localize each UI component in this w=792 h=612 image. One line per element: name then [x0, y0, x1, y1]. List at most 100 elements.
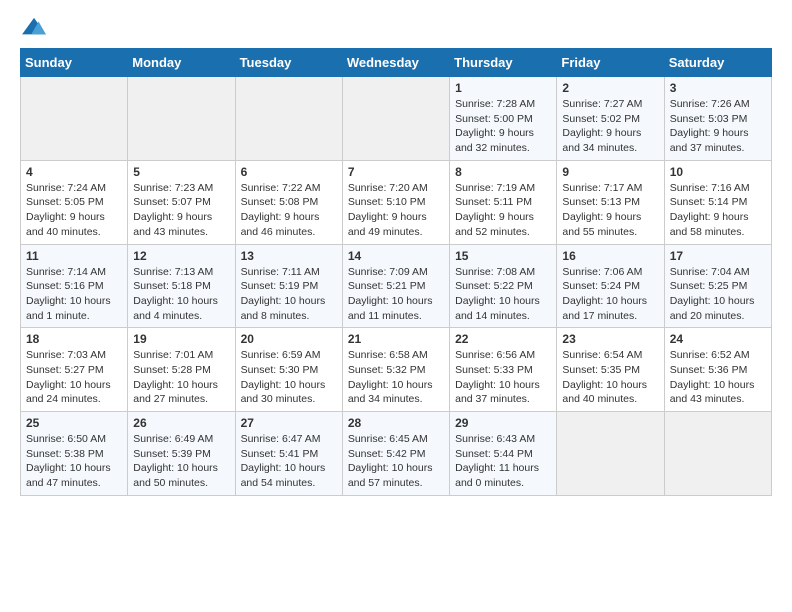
- day-number: 16: [562, 249, 658, 263]
- calendar-cell: 26 Sunrise: 6:49 AM Sunset: 5:39 PM Dayli…: [128, 412, 235, 496]
- calendar-cell: 3Sunrise: 7:26 AM Sunset: 5:03 PM Daylig…: [664, 77, 771, 161]
- day-info: Sunrise: 7:09 AM Sunset: 5:21 PM Dayligh…: [348, 265, 444, 324]
- day-number: 14: [348, 249, 444, 263]
- calendar-cell: 27Sunrise: 6:47 AM Sunset: 5:41 PM Dayli…: [235, 412, 342, 496]
- day-number: 15: [455, 249, 551, 263]
- calendar-cell: 13 Sunrise: 7:11 AM Sunset: 5:19 PM Dayli…: [235, 244, 342, 328]
- logo-icon: [20, 16, 48, 38]
- calendar-cell: 23Sunrise: 6:54 AM Sunset: 5:35 PM Dayli…: [557, 328, 664, 412]
- day-info: Sunrise: 7:19 AM Sunset: 5:11 PM Dayligh…: [455, 181, 551, 240]
- day-number: 17: [670, 249, 766, 263]
- calendar-cell: 10 Sunrise: 7:16 AM Sunset: 5:14 PM Dayli…: [664, 160, 771, 244]
- weekday-header: Friday: [557, 49, 664, 77]
- calendar-cell: 9 Sunrise: 7:17 AM Sunset: 5:13 PM Daylig…: [557, 160, 664, 244]
- calendar-cell: 18 Sunrise: 7:03 AM Sunset: 5:27 PM Dayli…: [21, 328, 128, 412]
- weekday-header: Monday: [128, 49, 235, 77]
- day-number: 26: [133, 416, 229, 430]
- day-info: Sunrise: 7:17 AM Sunset: 5:13 PM Dayligh…: [562, 181, 658, 240]
- day-info: Sunrise: 6:49 AM Sunset: 5:39 PM Dayligh…: [133, 432, 229, 491]
- calendar-week-row: 18 Sunrise: 7:03 AM Sunset: 5:27 PM Dayli…: [21, 328, 772, 412]
- calendar-table: SundayMondayTuesdayWednesdayThursdayFrid…: [20, 48, 772, 496]
- calendar-cell: 2 Sunrise: 7:27 AM Sunset: 5:02 PM Daylig…: [557, 77, 664, 161]
- calendar-cell: 1 Sunrise: 7:28 AM Sunset: 5:00 PM Daylig…: [450, 77, 557, 161]
- calendar-week-row: 25 Sunrise: 6:50 AM Sunset: 5:38 PM Dayli…: [21, 412, 772, 496]
- day-number: 8: [455, 165, 551, 179]
- weekday-header: Thursday: [450, 49, 557, 77]
- weekday-header-row: SundayMondayTuesdayWednesdayThursdayFrid…: [21, 49, 772, 77]
- day-info: Sunrise: 7:24 AM Sunset: 5:05 PM Dayligh…: [26, 181, 122, 240]
- day-number: 28: [348, 416, 444, 430]
- calendar-cell: [557, 412, 664, 496]
- day-number: 20: [241, 332, 337, 346]
- day-number: 22: [455, 332, 551, 346]
- day-number: 18: [26, 332, 122, 346]
- day-info: Sunrise: 6:54 AM Sunset: 5:35 PM Dayligh…: [562, 348, 658, 407]
- day-info: Sunrise: 7:14 AM Sunset: 5:16 PM Dayligh…: [26, 265, 122, 324]
- day-info: Sunrise: 6:58 AM Sunset: 5:32 PM Dayligh…: [348, 348, 444, 407]
- day-number: 25: [26, 416, 122, 430]
- calendar-cell: 28 Sunrise: 6:45 AM Sunset: 5:42 PM Dayli…: [342, 412, 449, 496]
- calendar-cell: 29 Sunrise: 6:43 AM Sunset: 5:44 PM Dayli…: [450, 412, 557, 496]
- day-number: 2: [562, 81, 658, 95]
- day-number: 10: [670, 165, 766, 179]
- calendar-cell: [664, 412, 771, 496]
- day-info: Sunrise: 6:59 AM Sunset: 5:30 PM Dayligh…: [241, 348, 337, 407]
- day-info: Sunrise: 6:52 AM Sunset: 5:36 PM Dayligh…: [670, 348, 766, 407]
- day-info: Sunrise: 7:23 AM Sunset: 5:07 PM Dayligh…: [133, 181, 229, 240]
- day-info: Sunrise: 7:13 AM Sunset: 5:18 PM Dayligh…: [133, 265, 229, 324]
- calendar-week-row: 4 Sunrise: 7:24 AM Sunset: 5:05 PM Daylig…: [21, 160, 772, 244]
- calendar-cell: 4 Sunrise: 7:24 AM Sunset: 5:05 PM Daylig…: [21, 160, 128, 244]
- day-info: Sunrise: 6:56 AM Sunset: 5:33 PM Dayligh…: [455, 348, 551, 407]
- calendar-cell: 20 Sunrise: 6:59 AM Sunset: 5:30 PM Dayli…: [235, 328, 342, 412]
- calendar-cell: 16Sunrise: 7:06 AM Sunset: 5:24 PM Dayli…: [557, 244, 664, 328]
- calendar-cell: 6 Sunrise: 7:22 AM Sunset: 5:08 PM Daylig…: [235, 160, 342, 244]
- calendar-cell: 17 Sunrise: 7:04 AM Sunset: 5:25 PM Dayli…: [664, 244, 771, 328]
- calendar-cell: [235, 77, 342, 161]
- day-info: Sunrise: 7:08 AM Sunset: 5:22 PM Dayligh…: [455, 265, 551, 324]
- calendar-week-row: 1 Sunrise: 7:28 AM Sunset: 5:00 PM Daylig…: [21, 77, 772, 161]
- day-info: Sunrise: 6:43 AM Sunset: 5:44 PM Dayligh…: [455, 432, 551, 491]
- calendar-cell: 5 Sunrise: 7:23 AM Sunset: 5:07 PM Daylig…: [128, 160, 235, 244]
- day-info: Sunrise: 7:20 AM Sunset: 5:10 PM Dayligh…: [348, 181, 444, 240]
- day-number: 21: [348, 332, 444, 346]
- calendar-week-row: 11 Sunrise: 7:14 AM Sunset: 5:16 PM Dayli…: [21, 244, 772, 328]
- day-info: Sunrise: 7:26 AM Sunset: 5:03 PM Dayligh…: [670, 97, 766, 156]
- calendar-cell: 19Sunrise: 7:01 AM Sunset: 5:28 PM Dayli…: [128, 328, 235, 412]
- day-info: Sunrise: 6:45 AM Sunset: 5:42 PM Dayligh…: [348, 432, 444, 491]
- calendar-cell: 15 Sunrise: 7:08 AM Sunset: 5:22 PM Dayli…: [450, 244, 557, 328]
- day-number: 13: [241, 249, 337, 263]
- day-number: 9: [562, 165, 658, 179]
- day-info: Sunrise: 7:27 AM Sunset: 5:02 PM Dayligh…: [562, 97, 658, 156]
- day-number: 4: [26, 165, 122, 179]
- calendar-cell: 24Sunrise: 6:52 AM Sunset: 5:36 PM Dayli…: [664, 328, 771, 412]
- calendar-cell: 14 Sunrise: 7:09 AM Sunset: 5:21 PM Dayli…: [342, 244, 449, 328]
- calendar-cell: [128, 77, 235, 161]
- weekday-header: Tuesday: [235, 49, 342, 77]
- day-number: 5: [133, 165, 229, 179]
- day-number: 1: [455, 81, 551, 95]
- day-info: Sunrise: 7:16 AM Sunset: 5:14 PM Dayligh…: [670, 181, 766, 240]
- calendar-cell: [21, 77, 128, 161]
- day-number: 6: [241, 165, 337, 179]
- page-header: [20, 16, 772, 38]
- day-info: Sunrise: 7:22 AM Sunset: 5:08 PM Dayligh…: [241, 181, 337, 240]
- day-info: Sunrise: 6:50 AM Sunset: 5:38 PM Dayligh…: [26, 432, 122, 491]
- calendar-cell: 21 Sunrise: 6:58 AM Sunset: 5:32 PM Dayli…: [342, 328, 449, 412]
- weekday-header: Sunday: [21, 49, 128, 77]
- calendar-cell: 12 Sunrise: 7:13 AM Sunset: 5:18 PM Dayli…: [128, 244, 235, 328]
- calendar-cell: 8 Sunrise: 7:19 AM Sunset: 5:11 PM Daylig…: [450, 160, 557, 244]
- calendar-cell: 25 Sunrise: 6:50 AM Sunset: 5:38 PM Dayli…: [21, 412, 128, 496]
- weekday-header: Saturday: [664, 49, 771, 77]
- day-number: 27: [241, 416, 337, 430]
- day-info: Sunrise: 7:04 AM Sunset: 5:25 PM Dayligh…: [670, 265, 766, 324]
- day-number: 11: [26, 249, 122, 263]
- weekday-header: Wednesday: [342, 49, 449, 77]
- day-info: Sunrise: 7:01 AM Sunset: 5:28 PM Dayligh…: [133, 348, 229, 407]
- calendar-cell: [342, 77, 449, 161]
- day-info: Sunrise: 7:11 AM Sunset: 5:19 PM Dayligh…: [241, 265, 337, 324]
- day-info: Sunrise: 7:03 AM Sunset: 5:27 PM Dayligh…: [26, 348, 122, 407]
- calendar-cell: 22 Sunrise: 6:56 AM Sunset: 5:33 PM Dayli…: [450, 328, 557, 412]
- day-number: 29: [455, 416, 551, 430]
- day-number: 12: [133, 249, 229, 263]
- day-info: Sunrise: 7:28 AM Sunset: 5:00 PM Dayligh…: [455, 97, 551, 156]
